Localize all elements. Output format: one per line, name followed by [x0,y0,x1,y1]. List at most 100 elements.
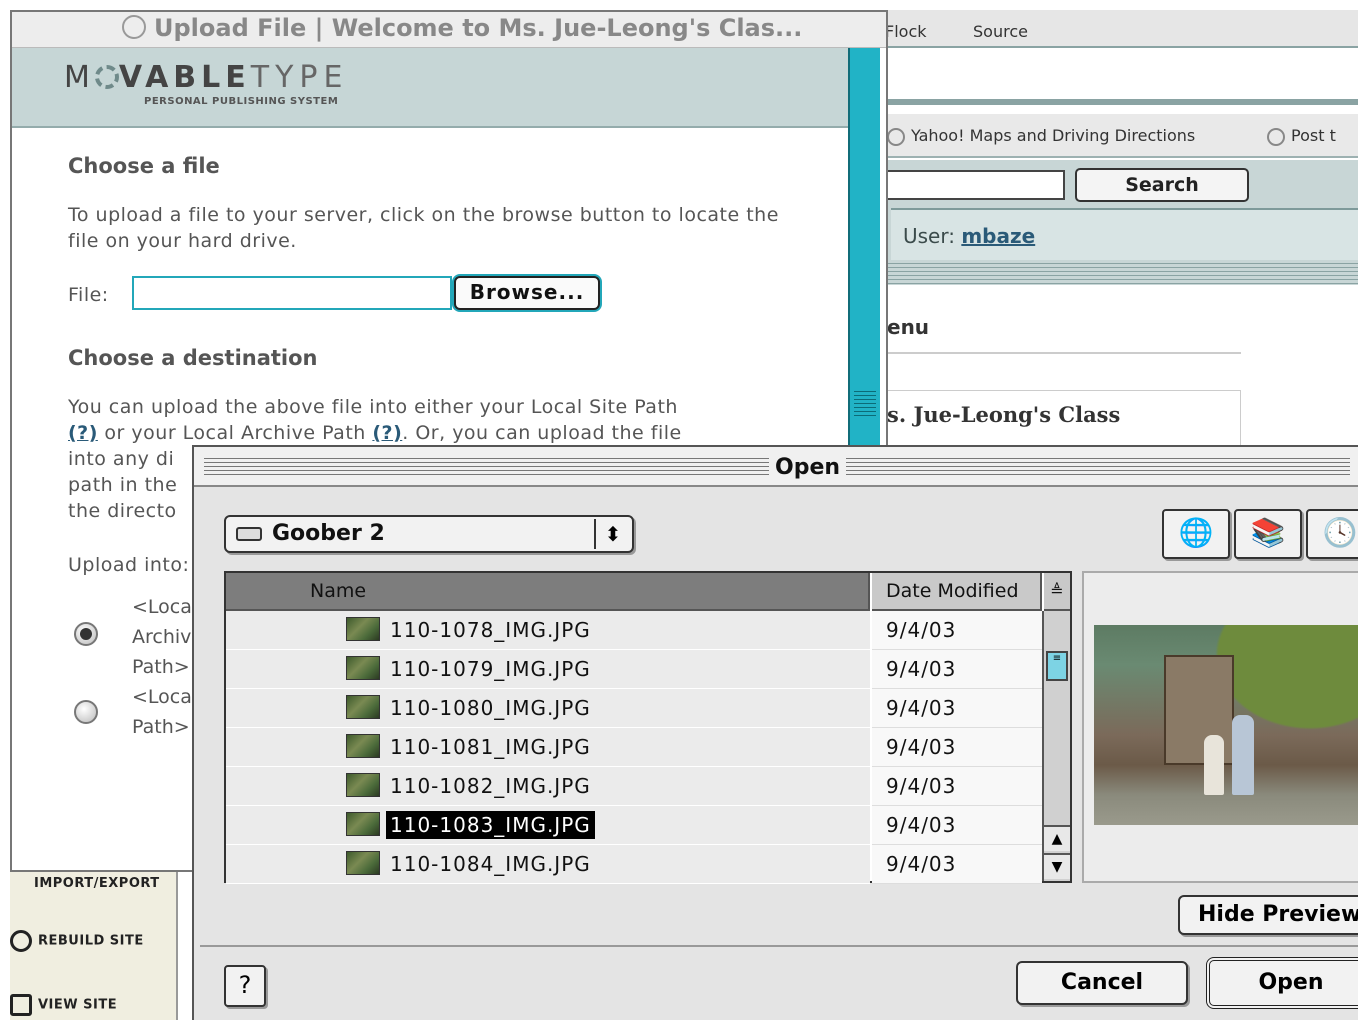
file-date: 9/4/03 [872,611,1042,650]
scroll-down-arrow-icon[interactable]: ▼ [1044,853,1070,879]
image-thumbnail-icon [346,656,380,680]
search-button[interactable]: Search [1075,168,1249,202]
file-name: 110-1078_IMG.JPG [390,618,591,642]
image-thumbnail-icon [346,851,380,875]
choose-file-text: To upload a file to your server, click o… [68,204,779,252]
hide-preview-button[interactable]: Hide Preview [1178,895,1358,935]
choose-file-heading: Choose a file [68,154,220,178]
radio-archive-path[interactable] [74,622,98,646]
scrollbar-thumb[interactable]: ≡ [1046,651,1068,681]
browser-tab-bar: Flock Source [885,10,1358,48]
divider-stripe [885,260,1358,284]
file-row[interactable]: 110-1078_IMG.JPG 9/4/03 [226,611,1042,650]
image-thumbnail-icon [346,734,380,758]
sidebar-item-rebuild-site[interactable]: REBUILD SITE [10,930,144,952]
file-name: 110-1083_IMG.JPG [386,811,595,839]
file-label: File: [68,284,109,306]
scroll-up-arrow-icon[interactable]: ▲ [1044,825,1070,851]
preview-figure [1204,735,1224,795]
bookmark-post[interactable]: Post t [1267,126,1336,146]
file-name-cell: 110-1084_IMG.JPG [226,845,870,884]
recent-icon[interactable]: 🕓 [1306,509,1358,559]
file-name: 110-1079_IMG.JPG [390,657,591,681]
globe-icon[interactable]: 🌐 [1162,509,1230,559]
sidebar-item-import-export[interactable]: IMPORT/EXPORT [34,876,160,891]
file-list-scrollbar[interactable]: ≡ ▲ ▼ [1042,611,1070,881]
archive-path-help-link[interactable]: (?) [372,422,402,444]
file-path-input[interactable] [132,276,452,310]
browse-button[interactable]: Browse... [454,276,600,310]
window-title: Upload File | Welcome to Ms. Jue-Leong's… [122,14,802,42]
cancel-button[interactable]: Cancel [1016,961,1188,1005]
image-thumbnail-icon [346,773,380,797]
divider [885,352,1241,354]
menu-heading: enu [887,315,930,339]
tab-source[interactable]: Source [973,22,1028,41]
help-button[interactable]: ? [224,965,266,1007]
preview-figure [1232,715,1254,795]
bookmark-icon [1267,127,1285,146]
file-date: 9/4/03 [872,806,1042,845]
dialog-titlebar[interactable]: Open [194,447,1358,487]
tab-flock[interactable]: Flock [885,22,927,41]
image-thumbnail-icon [346,812,380,836]
bookmark-yahoo-maps[interactable]: Yahoo! Maps and Driving Directions [887,126,1195,146]
file-row[interactable]: 110-1081_IMG.JPG 9/4/03 [226,728,1042,767]
rebuild-icon [10,930,32,952]
popup-arrows-icon: ⬍ [594,519,630,549]
file-row[interactable]: 110-1084_IMG.JPG 9/4/03 [226,845,1042,884]
window-titlebar[interactable]: Upload File | Welcome to Ms. Jue-Leong's… [12,12,886,48]
radio-site-path-label: <Loca Path> [132,686,192,738]
movabletype-header: M VABLETYPE PERSONAL PUBLISHING SYSTEM [12,48,848,128]
volume-popup[interactable]: Goober 2 ⬍ [224,515,634,553]
browser-icon [122,15,146,39]
file-date: 9/4/03 [872,845,1042,884]
file-name-cell: 110-1079_IMG.JPG [226,650,870,689]
upload-into-label: Upload into: [68,554,190,576]
file-list: Name Date Modified ≜ 110-1078_IMG.JPG 9/4… [224,571,1072,884]
file-row[interactable]: 110-1079_IMG.JPG 9/4/03 [226,650,1042,689]
open-button[interactable]: Open [1206,957,1358,1009]
background-browser-window: Flock Source Yahoo! Maps and Driving Dir… [885,10,1358,450]
view-site-icon [10,994,32,1016]
user-info: User: mbaze [891,208,1358,264]
divider [200,945,1358,947]
radio-archive-path-label: <Loca Archiv Path> [132,596,192,678]
file-name-cell: 110-1081_IMG.JPG [226,728,870,767]
user-name-link[interactable]: mbaze [961,224,1035,248]
sidebar-item-view-site[interactable]: VIEW SITE [10,994,117,1016]
class-title[interactable]: s. Jue-Leong's Class [887,402,1120,427]
column-header-name[interactable]: Name [226,573,870,611]
search-input[interactable] [885,170,1065,200]
bookmarks-bar: Yahoo! Maps and Driving Directions Post … [885,114,1358,158]
movabletype-logo: M VABLETYPE [64,60,349,95]
address-bar[interactable] [885,50,1358,105]
hard-drive-icon [236,527,262,541]
file-name-cell: 110-1078_IMG.JPG [226,611,870,650]
sort-direction-icon[interactable]: ≜ [1044,573,1070,611]
preview-image [1094,625,1358,825]
column-header-date[interactable]: Date Modified [872,573,1042,611]
volume-name: Goober 2 [272,521,385,546]
site-path-help-link[interactable]: (?) [68,422,98,444]
favorites-icon[interactable]: 📚 [1234,509,1302,559]
radio-site-path[interactable] [74,700,98,724]
open-file-dialog: Open Goober 2 ⬍ 🌐 📚 🕓 Name Date Modified… [192,445,1358,1020]
file-name: 110-1081_IMG.JPG [390,735,591,759]
file-row[interactable]: 110-1083_IMG.JPG 9/4/03 [226,806,1042,845]
sidebar: IMPORT/EXPORT REBUILD SITE VIEW SITE [10,872,178,1020]
file-row[interactable]: 110-1080_IMG.JPG 9/4/03 [226,689,1042,728]
file-date: 9/4/03 [872,650,1042,689]
file-name: 110-1080_IMG.JPG [390,696,591,720]
scrollbar-thumb[interactable] [854,388,876,418]
file-date: 9/4/03 [872,728,1042,767]
file-row[interactable]: 110-1082_IMG.JPG 9/4/03 [226,767,1042,806]
choose-destination-heading: Choose a destination [68,346,318,370]
image-thumbnail-icon [346,695,380,719]
file-name: 110-1082_IMG.JPG [390,774,591,798]
image-preview-pane [1082,571,1358,883]
image-thumbnail-icon [346,617,380,641]
gear-icon [94,65,119,89]
dialog-title: Open [769,455,847,480]
file-name-cell: 110-1083_IMG.JPG [226,806,870,845]
